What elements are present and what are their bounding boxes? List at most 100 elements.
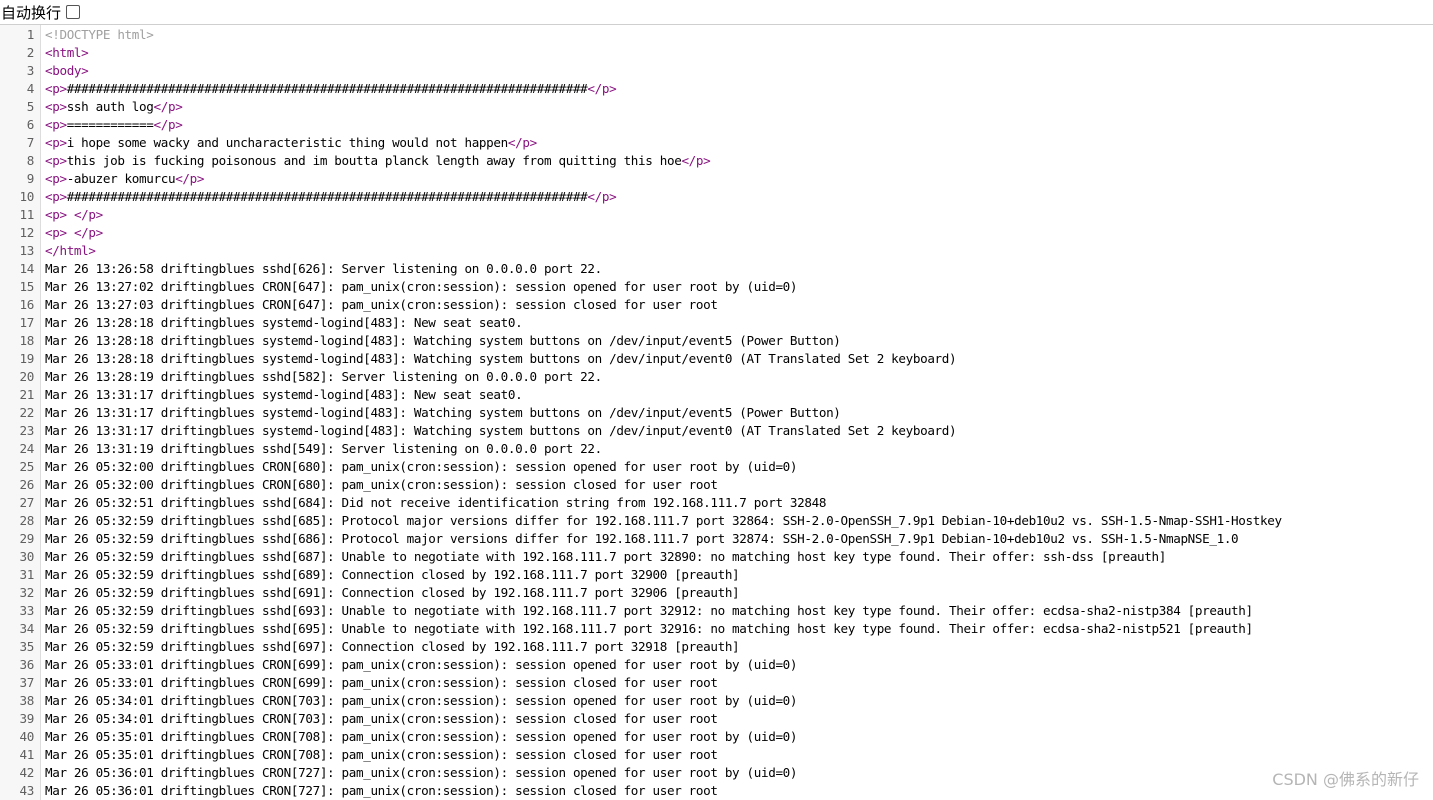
line-content: <p> </p>	[45, 206, 103, 224]
line-text: ssh auth log	[66, 99, 154, 114]
html-tag: </p>	[587, 189, 617, 204]
source-line: 15 Mar 26 13:27:02 driftingblues CRON[647…	[0, 278, 1433, 296]
line-number: 14	[19, 261, 35, 276]
html-tag: <p>	[45, 81, 67, 96]
source-line: 4 <p>####################################…	[0, 80, 1433, 98]
line-text: Mar 26 13:26:58 driftingblues sshd[626]:…	[45, 261, 602, 276]
line-text: Mar 26 05:32:59 driftingblues sshd[695]:…	[45, 621, 1253, 636]
line-text	[67, 207, 74, 222]
source-line: 27 Mar 26 05:32:51 driftingblues sshd[684…	[0, 494, 1433, 512]
source-line: 33 Mar 26 05:32:59 driftingblues sshd[693…	[0, 602, 1433, 620]
line-content: Mar 26 05:34:01 driftingblues CRON[703]:…	[45, 710, 718, 728]
line-text: Mar 26 13:27:02 driftingblues CRON[647]:…	[45, 279, 798, 294]
line-number: 6	[26, 117, 35, 132]
line-number: 38	[19, 693, 35, 708]
word-wrap-label[interactable]: 自动换行	[0, 2, 61, 23]
source-line: 26 Mar 26 05:32:00 driftingblues CRON[680…	[0, 476, 1433, 494]
line-content: Mar 26 13:28:18 driftingblues systemd-lo…	[45, 332, 841, 350]
html-tag: </p>	[73, 207, 103, 222]
line-content: <p>============</p>	[45, 116, 183, 134]
source-line: 31 Mar 26 05:32:59 driftingblues sshd[689…	[0, 566, 1433, 584]
line-number: 41	[19, 747, 35, 762]
source-line: 22 Mar 26 13:31:17 driftingblues systemd-…	[0, 404, 1433, 422]
source-line: 9 <p>-abuzer komurcu</p>	[0, 170, 1433, 188]
line-content: Mar 26 05:33:01 driftingblues CRON[699]:…	[45, 656, 797, 674]
line-number: 11	[19, 207, 35, 222]
line-number: 32	[19, 585, 35, 600]
line-number: 4	[26, 81, 35, 96]
line-content: Mar 26 05:32:00 driftingblues CRON[680]:…	[45, 458, 797, 476]
line-text: ============	[66, 117, 154, 132]
line-content: Mar 26 05:32:59 driftingblues sshd[693]:…	[45, 602, 1253, 620]
source-line: 8 <p>this job is fucking poisonous and im…	[0, 152, 1433, 170]
source-line: 39 Mar 26 05:34:01 driftingblues CRON[703…	[0, 710, 1433, 728]
html-tag: <body>	[45, 63, 89, 78]
line-number: 24	[19, 441, 35, 456]
line-content: Mar 26 13:28:18 driftingblues systemd-lo…	[45, 314, 523, 332]
watermark: CSDN @佛系的新仔	[1272, 770, 1419, 789]
html-tag: <p>	[45, 117, 67, 132]
html-tag: <html>	[45, 45, 89, 60]
html-tag: </p>	[507, 135, 537, 150]
line-number: 18	[19, 333, 35, 348]
source-line: 18 Mar 26 13:28:18 driftingblues systemd-…	[0, 332, 1433, 350]
source-line: 6 <p>============</p>	[0, 116, 1433, 134]
source-line: 37 Mar 26 05:33:01 driftingblues CRON[699…	[0, 674, 1433, 692]
source-line: 42 Mar 26 05:36:01 driftingblues CRON[727…	[0, 764, 1433, 782]
line-text: Mar 26 13:28:18 driftingblues systemd-lo…	[45, 333, 841, 348]
line-text: Mar 26 05:32:59 driftingblues sshd[691]:…	[45, 585, 740, 600]
line-text: Mar 26 13:28:19 driftingblues sshd[582]:…	[45, 369, 602, 384]
line-text: Mar 26 05:32:59 driftingblues sshd[693]:…	[45, 603, 1253, 618]
html-tag: <p>	[45, 207, 67, 222]
line-number: 19	[19, 351, 35, 366]
source-line: 11 <p> </p>	[0, 206, 1433, 224]
html-tag: </p>	[73, 225, 103, 240]
source-line: 7 <p>i hope some wacky and uncharacterist…	[0, 134, 1433, 152]
line-text: Mar 26 13:31:19 driftingblues sshd[549]:…	[45, 441, 602, 456]
line-content: Mar 26 05:36:01 driftingblues CRON[727]:…	[45, 764, 797, 782]
line-content: Mar 26 13:26:58 driftingblues sshd[626]:…	[45, 260, 602, 278]
html-tag: <p>	[45, 225, 67, 240]
source-line: 28 Mar 26 05:32:59 driftingblues sshd[685…	[0, 512, 1433, 530]
line-content: Mar 26 05:32:59 driftingblues sshd[691]:…	[45, 584, 740, 602]
line-text: Mar 26 05:32:59 driftingblues sshd[687]:…	[45, 549, 1166, 564]
source-line: 1 <!DOCTYPE html>	[0, 26, 1433, 44]
line-number: 8	[26, 153, 35, 168]
line-text: Mar 26 13:27:03 driftingblues CRON[647]:…	[45, 297, 718, 312]
line-text: Mar 26 05:34:01 driftingblues CRON[703]:…	[45, 711, 718, 726]
line-content: Mar 26 05:35:01 driftingblues CRON[708]:…	[45, 728, 797, 746]
line-number: 40	[19, 729, 35, 744]
line-number: 5	[26, 99, 35, 114]
line-content: Mar 26 05:32:59 driftingblues sshd[697]:…	[45, 638, 740, 656]
line-number: 23	[19, 423, 35, 438]
line-content: Mar 26 05:36:01 driftingblues CRON[727]:…	[45, 782, 718, 800]
line-text: Mar 26 05:32:59 driftingblues sshd[685]:…	[45, 513, 1282, 528]
source-viewer[interactable]: 1 <!DOCTYPE html> 2 <html> 3 <body> 4 <p>######…	[0, 24, 1433, 800]
line-content: Mar 26 13:31:17 driftingblues systemd-lo…	[45, 386, 523, 404]
source-line: 16 Mar 26 13:27:03 driftingblues CRON[647…	[0, 296, 1433, 314]
source-line: 25 Mar 26 05:32:00 driftingblues CRON[680…	[0, 458, 1433, 476]
line-number: 15	[19, 279, 35, 294]
line-content: Mar 26 13:27:02 driftingblues CRON[647]:…	[45, 278, 797, 296]
source-line: 20 Mar 26 13:28:19 driftingblues sshd[582…	[0, 368, 1433, 386]
source-line: 19 Mar 26 13:28:18 driftingblues systemd-…	[0, 350, 1433, 368]
line-number: 9	[26, 171, 35, 186]
line-text: ########################################…	[66, 189, 588, 204]
line-number: 26	[19, 477, 35, 492]
word-wrap-checkbox[interactable]	[66, 5, 81, 19]
line-content: Mar 26 13:28:19 driftingblues sshd[582]:…	[45, 368, 602, 386]
line-text: Mar 26 05:33:01 driftingblues CRON[699]:…	[45, 657, 798, 672]
html-tag: </p>	[153, 99, 183, 114]
line-content: <html>	[45, 44, 89, 62]
line-text: ########################################…	[66, 81, 588, 96]
line-content: Mar 26 05:32:59 driftingblues sshd[685]:…	[45, 512, 1282, 530]
line-content: Mar 26 05:35:01 driftingblues CRON[708]:…	[45, 746, 718, 764]
line-content: Mar 26 05:32:59 driftingblues sshd[686]:…	[45, 530, 1239, 548]
line-content: <body>	[45, 62, 89, 80]
source-view-toolbar: 自动换行	[0, 0, 1433, 24]
line-number: 12	[19, 225, 35, 240]
line-number: 1	[26, 27, 35, 42]
line-content: Mar 26 05:32:51 driftingblues sshd[684]:…	[45, 494, 826, 512]
line-number: 34	[19, 621, 35, 636]
line-text: Mar 26 05:35:01 driftingblues CRON[708]:…	[45, 747, 718, 762]
